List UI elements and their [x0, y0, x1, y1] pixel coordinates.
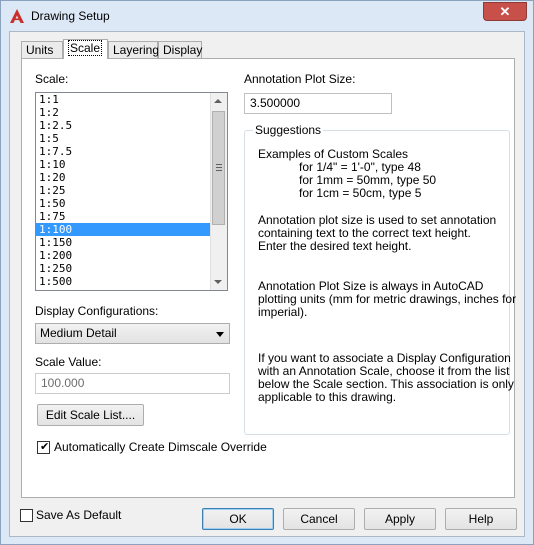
dimscale-checkbox[interactable]: ✔ — [37, 441, 50, 454]
list-item[interactable]: 1:2 — [36, 106, 227, 119]
scroll-up-arrow-icon[interactable] — [214, 99, 222, 103]
display-config-value: Medium Detail — [40, 326, 117, 340]
tab-scale[interactable]: Scale — [63, 39, 108, 59]
list-item[interactable]: 1:50 — [36, 197, 227, 210]
apply-button[interactable]: Apply — [364, 508, 436, 530]
tab-scale-label: Scale — [68, 40, 103, 56]
title-bar[interactable]: Drawing Setup ✕ — [1, 1, 533, 31]
tab-layering-label: Layering — [113, 43, 160, 57]
help-button[interactable]: Help — [445, 508, 517, 530]
scale-label: Scale: — [35, 72, 69, 86]
suggestions-title: Suggestions — [253, 123, 324, 137]
list-item[interactable]: 1:7.5 — [36, 145, 227, 158]
tab-display-label: Display — [163, 43, 203, 57]
suggestion-text: Enter the desired text height. — [258, 239, 412, 253]
grip-line — [216, 164, 222, 165]
grip-line — [216, 170, 222, 171]
list-item-selected[interactable]: 1:100 — [36, 223, 227, 236]
close-button[interactable]: ✕ — [483, 2, 527, 21]
list-item[interactable]: 1:75 — [36, 210, 227, 223]
scroll-down-arrow-icon[interactable] — [214, 280, 222, 284]
edit-scale-list-button[interactable]: Edit Scale List.... — [37, 404, 144, 426]
ok-label: OK — [229, 512, 247, 526]
checkmark-icon: ✔ — [40, 441, 50, 453]
list-item[interactable]: 1:250 — [36, 262, 227, 275]
list-item[interactable]: 1:10 — [36, 158, 227, 171]
scale-listbox[interactable]: 1:1 1:2 1:2.5 1:5 1:7.5 1:10 1:20 1:25 1… — [35, 92, 228, 291]
list-item[interactable]: 1:20 — [36, 171, 227, 184]
tab-units[interactable]: Units — [21, 41, 63, 58]
help-label: Help — [468, 512, 494, 526]
drawing-setup-window: Drawing Setup ✕ Units Scale Layering Dis… — [0, 0, 534, 545]
apply-label: Apply — [384, 512, 416, 526]
list-item[interactable]: 1:500 — [36, 275, 227, 288]
list-item[interactable]: 1:200 — [36, 249, 227, 262]
scale-list: 1:1 1:2 1:2.5 1:5 1:7.5 1:10 1:20 1:25 1… — [36, 93, 227, 288]
cancel-label: Cancel — [300, 512, 338, 526]
save-as-default-label: Save As Default — [36, 508, 122, 522]
close-icon: ✕ — [499, 4, 511, 19]
list-item[interactable]: 1:5 — [36, 132, 227, 145]
annotation-plot-size-value: 3.500000 — [250, 96, 301, 110]
list-item[interactable]: 1:2.5 — [36, 119, 227, 132]
scroll-thumb[interactable] — [212, 111, 225, 225]
annotation-plot-size-input[interactable]: 3.500000 — [244, 93, 392, 114]
tab-layering[interactable]: Layering — [108, 41, 160, 58]
suggestion-text: applicable to this drawing. — [258, 390, 397, 404]
display-config-label: Display Configurations: — [35, 304, 159, 318]
scale-value-label: Scale Value: — [35, 355, 102, 369]
scale-value-field: 100.000 — [35, 373, 230, 394]
scale-tab-panel: Scale: 1:1 1:2 1:2.5 1:5 1:7.5 1:10 1:20… — [21, 58, 516, 498]
chevron-down-icon — [216, 332, 224, 337]
dialog-client-area: Units Scale Layering Display Scale: 1:1 … — [9, 31, 525, 537]
scale-value-text: 100.000 — [41, 376, 85, 390]
save-as-default-checkbox[interactable] — [20, 509, 33, 522]
tab-display[interactable]: Display — [158, 41, 202, 58]
list-item[interactable]: 1:150 — [36, 236, 227, 249]
annotation-plot-size-label: Annotation Plot Size: — [244, 72, 356, 86]
example-line: for 1cm = 50cm, type 5 — [299, 186, 422, 200]
suggestions-group: Suggestions Examples of Custom Scales fo… — [244, 123, 516, 435]
autocad-app-icon — [9, 8, 25, 24]
dimscale-checkbox-label: Automatically Create Dimscale Override — [54, 440, 267, 454]
tab-units-label: Units — [26, 43, 54, 57]
window-title: Drawing Setup — [31, 9, 110, 23]
cancel-button[interactable]: Cancel — [283, 508, 355, 530]
list-item[interactable]: 1:25 — [36, 184, 227, 197]
edit-scale-list-label: Edit Scale List.... — [45, 408, 136, 422]
scale-list-scrollbar[interactable] — [210, 93, 227, 290]
ok-button[interactable]: OK — [202, 508, 274, 530]
grip-line — [216, 167, 222, 168]
suggestion-text: imperial). — [258, 305, 308, 319]
list-item[interactable]: 1:1 — [36, 93, 227, 106]
display-config-dropdown[interactable]: Medium Detail — [35, 323, 230, 344]
